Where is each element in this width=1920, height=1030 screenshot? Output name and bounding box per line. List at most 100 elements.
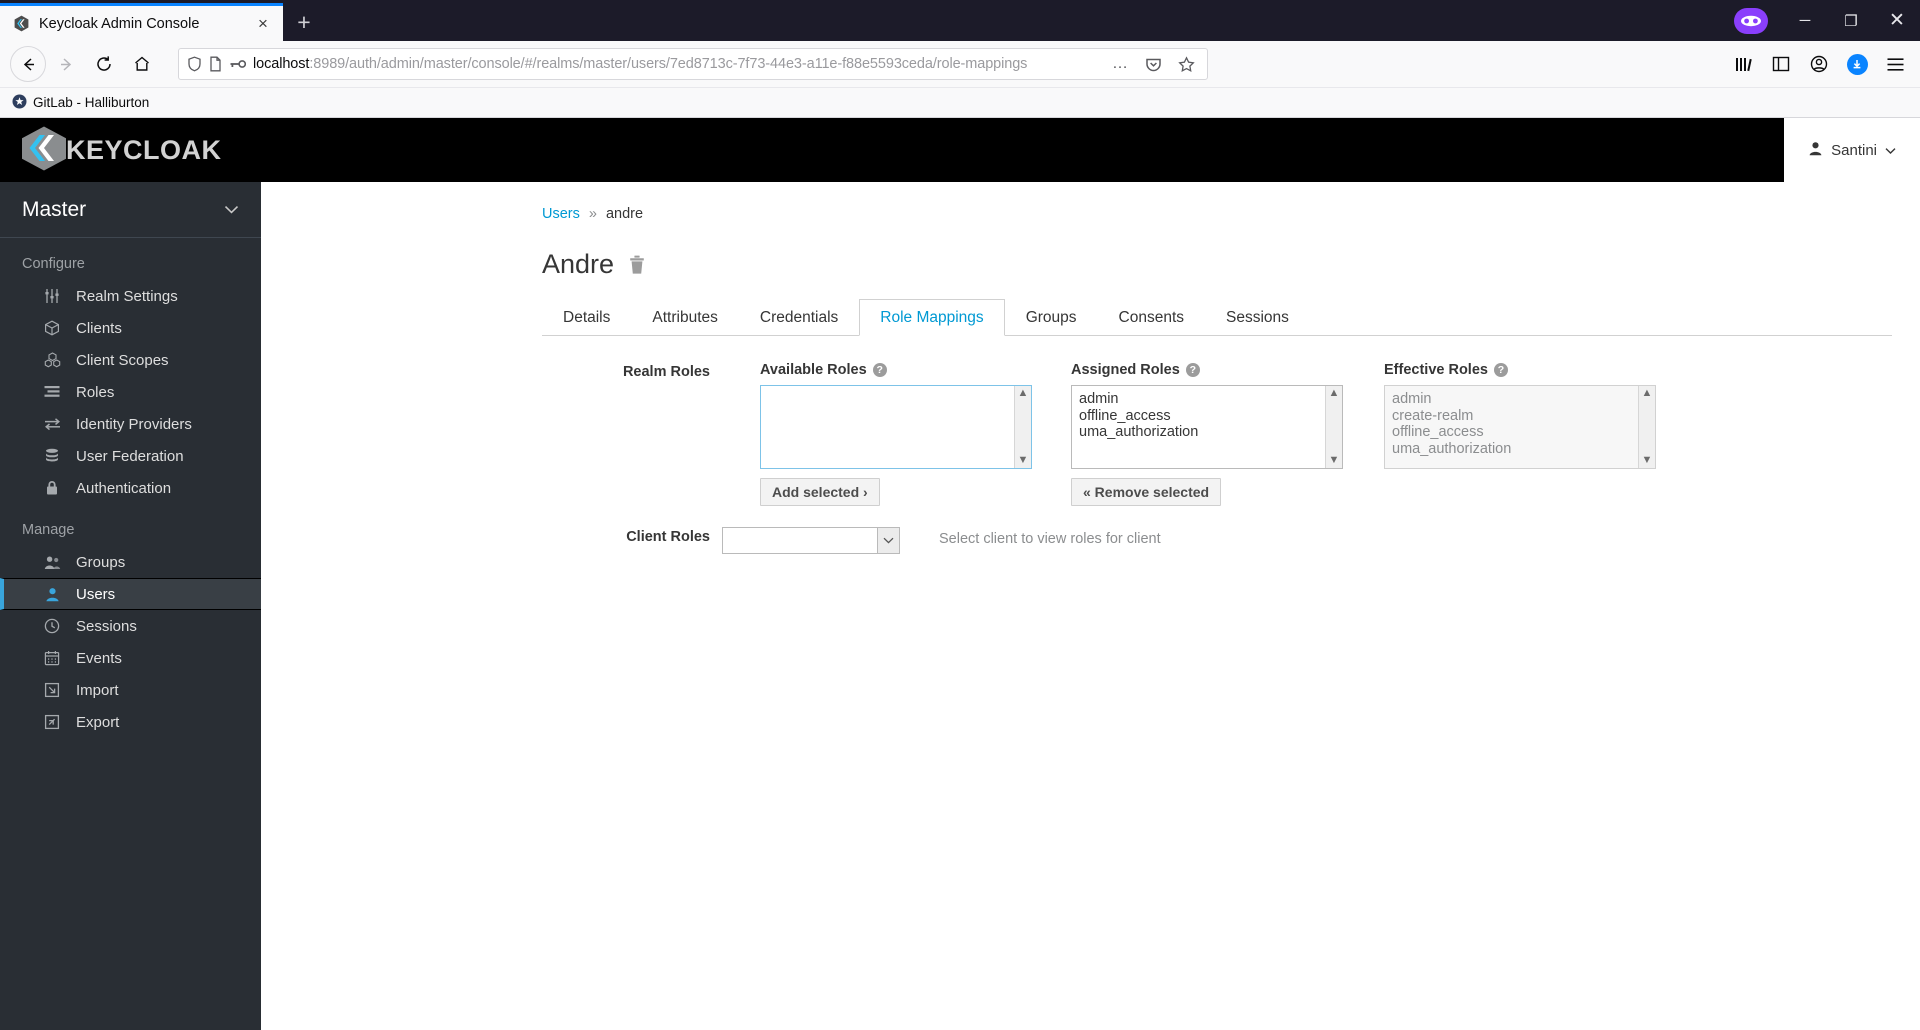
assigned-roles-items: admin offline_access uma_authorization <box>1072 386 1325 468</box>
list-item[interactable]: offline_access <box>1079 408 1325 425</box>
effective-roles-listbox: admin create-realm offline_access uma_autho… <box>1384 385 1656 469</box>
window-minimize-button[interactable]: ─ <box>1782 0 1828 41</box>
forward-button[interactable] <box>48 46 84 82</box>
sidebar-item-roles[interactable]: Roles <box>0 376 261 408</box>
sidebar-item-events[interactable]: Events <box>0 642 261 674</box>
sidebar-item-groups[interactable]: Groups <box>0 546 261 578</box>
window-maximize-button[interactable]: ❐ <box>1828 0 1874 41</box>
private-mask-icon[interactable] <box>1734 7 1768 34</box>
keycloak-wordmark: KEYCLOAK <box>66 134 222 165</box>
sidebar-item-export[interactable]: Export <box>0 706 261 738</box>
breadcrumb-users-link[interactable]: Users <box>542 206 580 222</box>
page-document-icon <box>209 56 222 72</box>
sidebar-item-label: Users <box>76 585 116 603</box>
list-item[interactable]: uma_authorization <box>1079 424 1325 441</box>
tab-role-mappings[interactable]: Role Mappings <box>859 299 1005 336</box>
users-icon <box>42 555 62 570</box>
user-menu[interactable]: Santini <box>1784 118 1920 182</box>
tab-groups[interactable]: Groups <box>1005 299 1098 336</box>
sidebar-item-label: User Federation <box>76 447 184 465</box>
available-roles-label-text: Available Roles <box>760 362 867 378</box>
assigned-roles-scrollbar[interactable]: ▲ ▼ <box>1325 386 1342 468</box>
tab-strip: Keycloak Admin Console × + <box>0 0 325 41</box>
scroll-up-icon[interactable]: ▲ <box>1018 388 1029 399</box>
client-select-value[interactable] <box>723 528 877 553</box>
trash-icon[interactable] <box>628 255 646 275</box>
sidebar-item-label: Groups <box>76 553 126 571</box>
tab-sessions[interactable]: Sessions <box>1205 299 1310 336</box>
back-button[interactable] <box>10 46 46 82</box>
effective-roles-scrollbar[interactable]: ▲ ▼ <box>1638 386 1655 468</box>
account-icon[interactable] <box>1802 47 1836 81</box>
assigned-roles-listbox[interactable]: admin offline_access uma_authorization ▲ ▼ <box>1071 385 1343 469</box>
sidebar-item-authentication[interactable]: Authentication <box>0 472 261 504</box>
list-item[interactable]: uma_authorization <box>1392 441 1638 458</box>
effective-roles-label: Effective Roles ? <box>1384 362 1656 378</box>
user-avatar-icon <box>1808 141 1823 160</box>
library-icon[interactable] <box>1726 47 1760 81</box>
browser-navbar: localhost:8989/auth/admin/master/console… <box>0 41 1920 88</box>
remove-selected-button[interactable]: « Remove selected <box>1071 478 1222 506</box>
sidebar-item-label: Clients <box>76 319 122 337</box>
tab-close-icon[interactable]: × <box>251 12 275 36</box>
available-roles-listbox[interactable]: ▲ ▼ <box>760 385 1032 469</box>
role-mappings-panel: Realm Roles Available Roles ? ▲ ▼ Add se… <box>261 336 1920 554</box>
downloads-icon[interactable] <box>1840 47 1874 81</box>
client-select[interactable] <box>722 527 900 554</box>
window-close-button[interactable]: ✕ <box>1874 0 1920 41</box>
client-roles-label: Client Roles <box>626 529 710 545</box>
tab-credentials[interactable]: Credentials <box>739 299 859 336</box>
tab-attributes[interactable]: Attributes <box>631 299 738 336</box>
browser-tab[interactable]: Keycloak Admin Console × <box>0 3 283 41</box>
list-item[interactable]: offline_access <box>1392 424 1638 441</box>
help-icon[interactable]: ? <box>872 363 887 377</box>
scroll-down-icon[interactable]: ▼ <box>1018 455 1029 466</box>
sidebar-item-users[interactable]: Users <box>0 578 261 610</box>
sidebar-item-client-scopes[interactable]: Client Scopes <box>0 344 261 376</box>
keycloak-logo[interactable]: KEYCLOAK <box>18 125 222 176</box>
tab-consents[interactable]: Consents <box>1098 299 1205 336</box>
page-actions-icon[interactable]: … <box>1107 51 1133 77</box>
bookmark-item-gitlab[interactable]: GitLab - Halliburton <box>12 94 149 112</box>
help-icon[interactable]: ? <box>1493 363 1508 377</box>
sidebar-item-label: Identity Providers <box>76 415 192 433</box>
pocket-icon[interactable] <box>1140 51 1166 77</box>
scroll-up-icon[interactable]: ▲ <box>1329 388 1340 399</box>
sidebar-item-label: Export <box>76 713 120 731</box>
sidebar-toggle-icon[interactable] <box>1764 47 1798 81</box>
sidebar-item-import[interactable]: Import <box>0 674 261 706</box>
sidebar-item-identity-providers[interactable]: Identity Providers <box>0 408 261 440</box>
bookmark-star-icon[interactable] <box>1173 51 1199 77</box>
sidebar-item-realm-settings[interactable]: Realm Settings <box>0 280 261 312</box>
scroll-down-icon[interactable]: ▼ <box>1642 455 1653 466</box>
home-button[interactable] <box>124 46 160 82</box>
cubes-icon <box>42 352 62 368</box>
nav-section-title-manage: Manage <box>22 522 75 538</box>
realm-roles-label: Realm Roles <box>622 364 710 380</box>
menu-hamburger-icon[interactable] <box>1878 47 1912 81</box>
realm-selector[interactable]: Master <box>0 182 261 238</box>
add-selected-button[interactable]: Add selected › <box>760 478 880 506</box>
list-item[interactable]: admin <box>1392 391 1638 408</box>
url-text[interactable]: localhost:8989/auth/admin/master/console… <box>253 56 1100 72</box>
help-icon[interactable]: ? <box>1185 363 1200 377</box>
nav-section-title-configure: Configure <box>22 256 85 272</box>
list-item[interactable]: create-realm <box>1392 408 1638 425</box>
sidebar-item-sessions[interactable]: Sessions <box>0 610 261 642</box>
url-bar[interactable]: localhost:8989/auth/admin/master/console… <box>178 48 1208 80</box>
sidebar-item-clients[interactable]: Clients <box>0 312 261 344</box>
reload-button[interactable] <box>86 46 122 82</box>
shield-icon <box>187 56 202 72</box>
new-tab-button[interactable]: + <box>283 3 325 41</box>
assigned-roles-column: Assigned Roles ? admin offline_access uma_… <box>1071 362 1343 506</box>
available-roles-scrollbar[interactable]: ▲ ▼ <box>1014 386 1031 468</box>
list-item[interactable]: admin <box>1079 391 1325 408</box>
sidebar-item-user-federation[interactable]: User Federation <box>0 440 261 472</box>
chevron-down-icon[interactable] <box>877 528 899 553</box>
scroll-down-icon[interactable]: ▼ <box>1329 455 1340 466</box>
tab-details[interactable]: Details <box>542 299 631 336</box>
breadcrumb-separator: » <box>588 206 597 222</box>
user-icon <box>42 587 62 602</box>
scroll-up-icon[interactable]: ▲ <box>1642 388 1653 399</box>
